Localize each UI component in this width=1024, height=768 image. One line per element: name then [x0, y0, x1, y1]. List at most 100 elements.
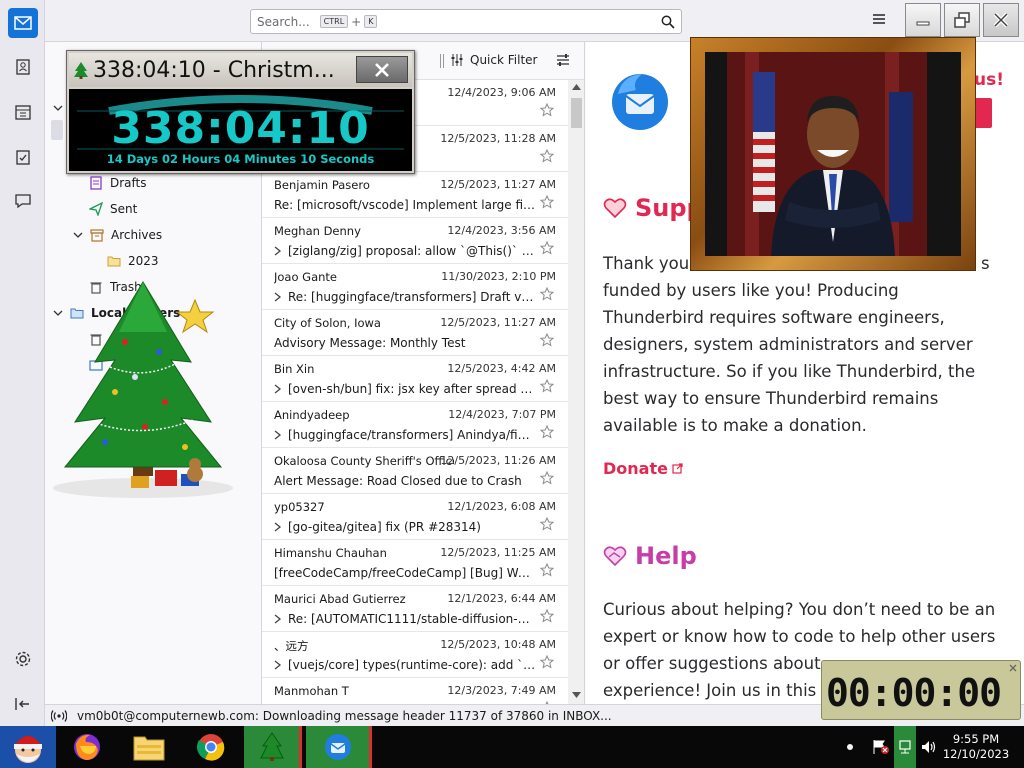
countdown-close-button[interactable] — [356, 56, 408, 83]
notification-dot-icon — [847, 744, 853, 750]
tasks-button[interactable] — [8, 142, 38, 172]
splitter-handle[interactable] — [440, 54, 444, 68]
start-button[interactable] — [0, 726, 56, 768]
folder-sent[interactable]: Sent — [89, 198, 137, 220]
message-sender: Okaloosa County Sheriff's Office — [274, 454, 454, 468]
message-row[interactable]: Manmohan T 12/3/2023, 7:49 AM — [262, 678, 568, 704]
tray-dot[interactable] — [840, 726, 860, 768]
message-row[interactable]: City of Solon, Iowa 12/5/2023, 11:27 AM Ad… — [262, 310, 568, 356]
folder-label: Archives — [111, 228, 163, 242]
chevron-down-icon — [73, 232, 83, 238]
external-link-icon — [672, 463, 683, 474]
online-status-icon[interactable] — [51, 709, 67, 722]
settings-button[interactable] — [8, 644, 38, 674]
tray-action-center[interactable] — [870, 726, 892, 768]
star-icon[interactable] — [540, 333, 554, 347]
donate-label: Donate — [603, 459, 668, 478]
message-subject: Alert Message: Road Closed due to Crash — [274, 474, 522, 488]
message-row[interactable]: Benjamin Pasero 12/5/2023, 11:27 AM Re: [m… — [262, 172, 568, 218]
address-book-button[interactable] — [8, 52, 38, 82]
star-icon[interactable] — [540, 517, 554, 531]
message-date: 12/4/2023, 3:56 AM — [447, 224, 556, 237]
search-input[interactable]: Search... CTRL + K — [250, 9, 682, 34]
star-icon[interactable] — [540, 103, 554, 117]
message-row[interactable]: 、远方 12/5/2023, 10:48 AM [vuejs/core] types… — [262, 632, 568, 678]
gear-icon — [15, 651, 31, 667]
mail-space-button[interactable] — [8, 8, 38, 38]
tray-clock[interactable]: 9:55 PM 12/10/2023 — [943, 726, 1009, 768]
scrollbar-thumb[interactable] — [571, 98, 582, 128]
restore-icon — [954, 12, 970, 28]
tray-volume[interactable] — [918, 726, 940, 768]
message-row[interactable]: yp05327 12/1/2023, 6:08 AM [go-gitea/gitea… — [262, 494, 568, 540]
message-date: 12/5/2023, 11:28 AM — [440, 132, 556, 145]
firefox-icon — [74, 734, 100, 760]
message-row[interactable]: Bin Xin 12/5/2023, 4:42 AM [oven-sh/bun] f… — [262, 356, 568, 402]
star-icon[interactable] — [540, 563, 554, 577]
message-sender: yp05327 — [274, 500, 325, 514]
inbox-selection-highlight[interactable] — [51, 120, 63, 140]
quick-filter-button[interactable]: Quick Filter — [450, 53, 537, 67]
message-row[interactable]: Himanshu Chauhan 12/5/2023, 11:25 AM [free… — [262, 540, 568, 586]
star-icon[interactable] — [540, 471, 554, 485]
shortcut-key-k: K — [364, 15, 378, 28]
countdown-display: 338:04:10 14 Days 02 Hours 04 Minutes 10… — [69, 89, 412, 171]
star-icon[interactable] — [540, 379, 554, 393]
folder-drafts[interactable]: Drafts — [89, 172, 147, 194]
folder-label: Drafts — [110, 176, 147, 190]
folder-archives[interactable]: Archives — [73, 224, 162, 246]
tree-icon — [74, 62, 88, 79]
taskbar-firefox[interactable] — [64, 726, 110, 768]
stopwatch-gadget[interactable]: 00:00:00 — [821, 660, 1021, 720]
star-icon[interactable] — [540, 241, 554, 255]
message-row[interactable]: Maurici Abad Gutierrez 12/1/2023, 6:44 AM… — [262, 586, 568, 632]
star-icon[interactable] — [540, 609, 554, 623]
message-list-scrollbar[interactable] — [568, 80, 584, 704]
message-sender: Joao Gante — [274, 270, 337, 284]
message-subject: Re: [huggingface/transformers] Draft ve.… — [288, 290, 536, 304]
clock-time: 9:55 PM — [952, 732, 1000, 746]
message-date: 12/5/2023, 11:26 AM — [440, 454, 556, 467]
app-menu-button[interactable] — [871, 11, 887, 27]
calendar-icon — [15, 105, 31, 120]
message-date: 12/5/2023, 10:48 AM — [440, 638, 556, 651]
chat-button[interactable] — [8, 186, 38, 216]
restore-button[interactable] — [944, 3, 980, 37]
message-date: 12/4/2023, 7:07 PM — [448, 408, 556, 421]
list-display-options-button[interactable] — [556, 53, 570, 70]
status-text: vm0b0t@computernewb.com: Downloading mes… — [77, 708, 612, 723]
star-icon[interactable] — [540, 287, 554, 301]
message-sender: Maurici Abad Gutierrez — [274, 592, 406, 606]
minimize-button[interactable] — [905, 3, 941, 37]
message-row[interactable]: Meghan Denny 12/4/2023, 3:56 AM [ziglang/z… — [262, 218, 568, 264]
collapse-spaces-button[interactable] — [8, 689, 38, 719]
address-book-icon — [16, 59, 30, 75]
donate-link[interactable]: Donate — [603, 459, 683, 478]
taskbar-christmas-countdown[interactable] — [244, 726, 302, 768]
account-twisty[interactable] — [53, 102, 63, 112]
framed-portrait-gadget[interactable] — [690, 37, 976, 271]
message-row[interactable]: Anindyadeep 12/4/2023, 7:07 PM [huggingfac… — [262, 402, 568, 448]
message-sender: Meghan Denny — [274, 224, 361, 238]
star-icon[interactable] — [540, 195, 554, 209]
calendar-button[interactable] — [8, 97, 38, 127]
countdown-titlebar[interactable]: 338:04:10 - Christm... — [69, 53, 412, 87]
taskbar-thunderbird[interactable] — [306, 726, 372, 768]
christmas-countdown-window[interactable]: 338:04:10 - Christm... 338:04:10 14 Days… — [66, 50, 415, 174]
tray-network[interactable] — [894, 726, 916, 768]
star-icon[interactable] — [540, 655, 554, 669]
message-subject: [huggingface/transformers] Anindya/fix .… — [288, 428, 536, 442]
star-icon[interactable] — [540, 149, 554, 163]
message-subject: [go-gitea/gitea] fix (PR #28314) — [288, 520, 481, 534]
support-paragraph: funded by users like you! Producing Thun… — [603, 281, 976, 435]
close-icon[interactable] — [1008, 663, 1018, 673]
christmas-tree-gadget[interactable] — [35, 252, 255, 502]
scroll-up-icon[interactable] — [572, 84, 581, 90]
close-button[interactable] — [983, 3, 1019, 37]
taskbar-file-explorer[interactable] — [126, 726, 172, 768]
scroll-down-icon[interactable] — [572, 692, 581, 698]
message-row[interactable]: Okaloosa County Sheriff's Office 12/5/202… — [262, 448, 568, 494]
star-icon[interactable] — [540, 425, 554, 439]
message-row[interactable]: Joao Gante 11/30/2023, 2:10 PM Re: [huggin… — [262, 264, 568, 310]
taskbar-chrome[interactable] — [188, 726, 234, 768]
